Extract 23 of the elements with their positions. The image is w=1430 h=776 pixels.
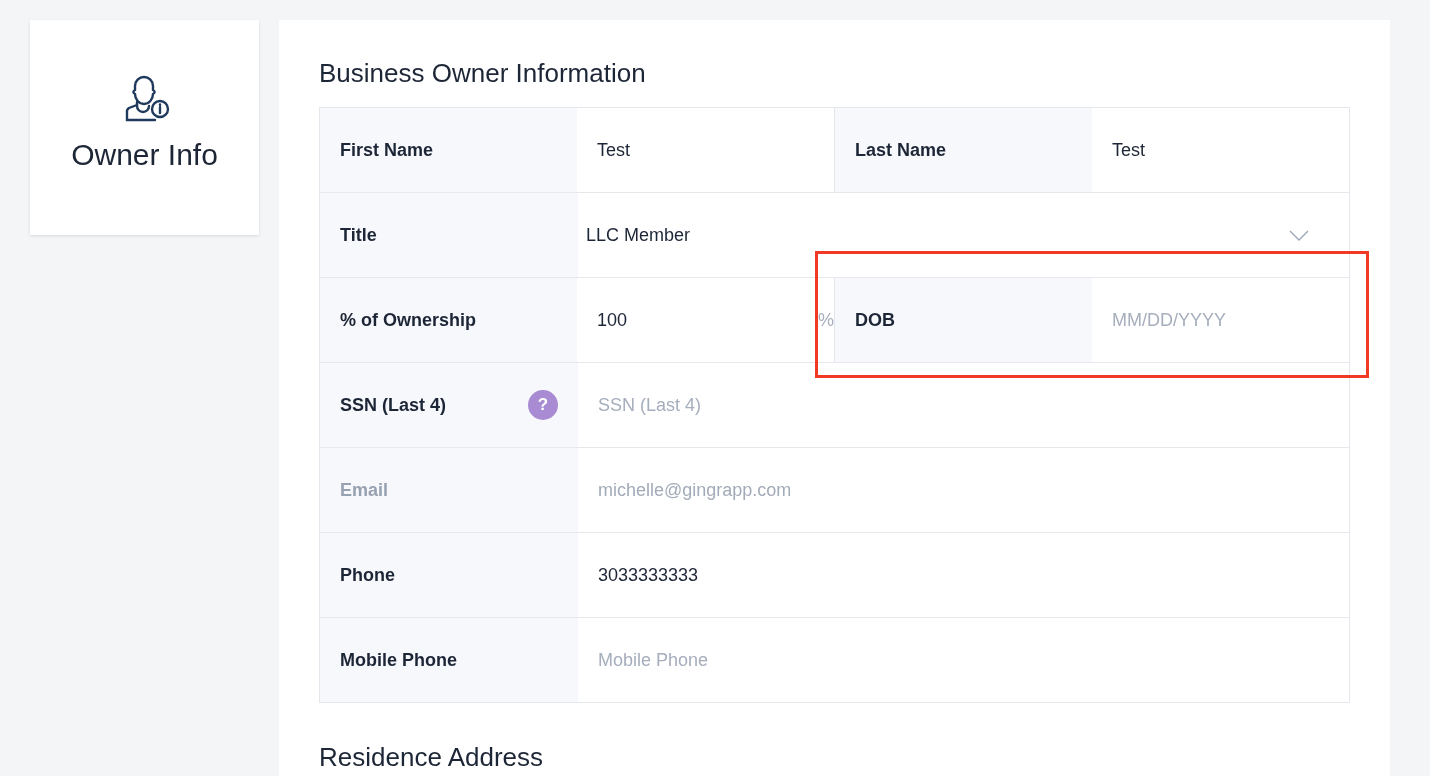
field-label: Phone bbox=[340, 564, 395, 586]
field-label: First Name bbox=[320, 108, 577, 192]
percent-suffix: % bbox=[818, 309, 834, 331]
input-field[interactable]: Mobile Phone bbox=[598, 649, 1329, 671]
input-field[interactable]: Test bbox=[1112, 139, 1329, 161]
input-field[interactable]: 100 bbox=[597, 309, 814, 331]
card-title: Owner Info bbox=[71, 138, 218, 172]
field-label: Last Name bbox=[835, 108, 1092, 192]
title-dropdown[interactable]: LLC Member bbox=[578, 193, 1349, 277]
field-label: DOB bbox=[835, 278, 1092, 362]
field-label: Title bbox=[320, 193, 578, 277]
section-title: Business Owner Information bbox=[319, 58, 647, 89]
section-title: Residence Address bbox=[319, 743, 545, 772]
input-field[interactable]: Test bbox=[597, 139, 814, 161]
field-label: SSN (Last 4) bbox=[340, 394, 447, 416]
field-label: Email bbox=[340, 479, 389, 501]
chevron-down-icon bbox=[1289, 229, 1309, 241]
owner-info-card[interactable]: Owner Info bbox=[30, 20, 259, 235]
input-field[interactable]: SSN (Last 4) bbox=[598, 394, 1329, 416]
field-label: Mobile Phone bbox=[340, 649, 457, 671]
input-field[interactable]: 3033333333 bbox=[598, 564, 1329, 586]
field-label: % of Ownership bbox=[320, 278, 577, 362]
input-field[interactable]: MM/DD/YYYY bbox=[1112, 309, 1329, 331]
